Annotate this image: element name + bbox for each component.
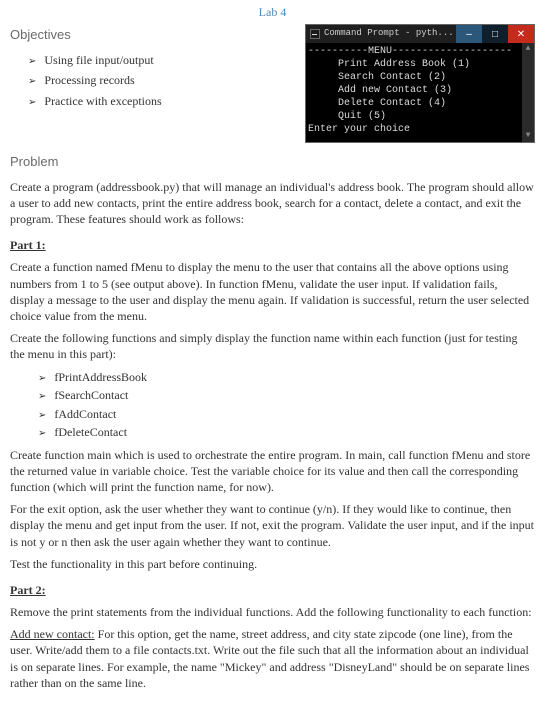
list-item: fDeleteContact (38, 424, 535, 441)
list-item: fAddContact (38, 406, 535, 423)
command-prompt-window: Command Prompt - pyth... – □ ✕ ---------… (305, 24, 535, 143)
part1-p5: Test the functionality in this part befo… (10, 556, 535, 572)
terminal-scrollbar[interactable]: ▲ ▼ (522, 43, 534, 142)
scroll-down-icon[interactable]: ▼ (522, 130, 534, 142)
terminal-titlebar[interactable]: Command Prompt - pyth... – □ ✕ (306, 25, 534, 43)
scroll-up-icon[interactable]: ▲ (522, 43, 534, 55)
part2-heading: Part 2: (10, 582, 535, 598)
part1-p1: Create a function named fMenu to display… (10, 259, 535, 324)
part1-p2: Create the following functions and simpl… (10, 330, 535, 362)
add-new-contact-label: Add new contact: (10, 627, 95, 641)
part2-add-new: Add new contact: For this option, get th… (10, 626, 535, 691)
part1-heading: Part 1: (10, 237, 535, 253)
problem-heading: Problem (10, 153, 535, 171)
lab-title: Lab 4 (10, 4, 535, 20)
list-item: fSearchContact (38, 387, 535, 404)
part2-p1: Remove the print statements from the ind… (10, 604, 535, 620)
minimize-button[interactable]: – (456, 25, 482, 43)
part1-p4: For the exit option, ask the user whethe… (10, 501, 535, 550)
part1-fn-list: fPrintAddressBook fSearchContact fAddCon… (10, 369, 535, 441)
maximize-button[interactable]: □ (482, 25, 508, 43)
part1-p3: Create function main which is used to or… (10, 447, 535, 496)
objectives-item: Processing records (28, 72, 297, 89)
list-item: fPrintAddressBook (38, 369, 535, 386)
objectives-block: Objectives Using file input/output Proce… (10, 22, 297, 113)
problem-intro: Create a program (addressbook.py) that w… (10, 179, 535, 228)
objectives-heading: Objectives (10, 26, 297, 44)
objectives-item: Using file input/output (28, 52, 297, 69)
close-button[interactable]: ✕ (508, 25, 534, 43)
terminal-title-text: Command Prompt - pyth... (324, 28, 454, 40)
objectives-item: Practice with exceptions (28, 93, 297, 110)
top-row: Objectives Using file input/output Proce… (10, 22, 535, 143)
terminal-output: ----------MENU-------------------- Print… (306, 43, 534, 142)
terminal-icon (310, 29, 320, 39)
terminal-title: Command Prompt - pyth... (306, 25, 456, 43)
objectives-list: Using file input/output Processing recor… (10, 52, 297, 110)
